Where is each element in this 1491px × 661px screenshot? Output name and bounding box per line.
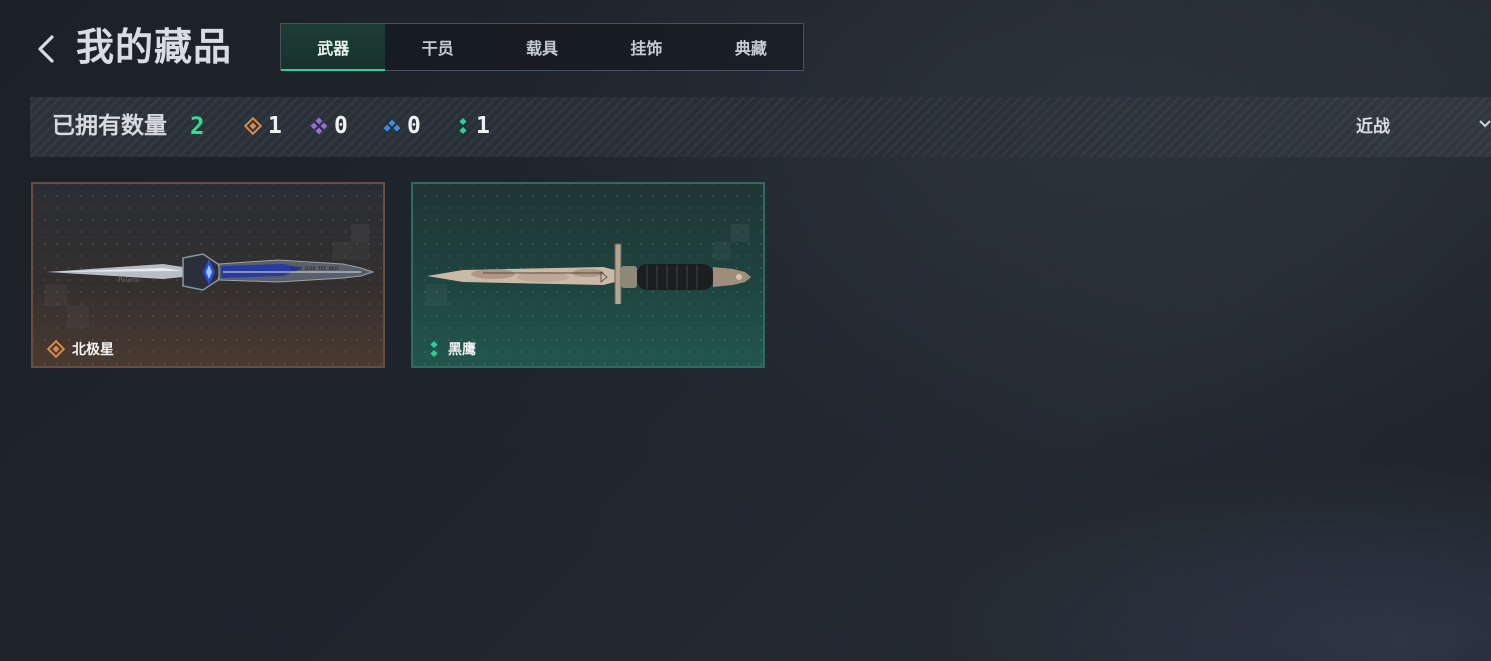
rarity-count-value: 0 bbox=[334, 113, 348, 139]
item-name-row: 北极星 bbox=[47, 339, 114, 359]
purple-diamond-icon bbox=[310, 117, 328, 135]
green-diamond-icon bbox=[459, 117, 467, 135]
green-diamond-icon bbox=[430, 340, 438, 358]
category-tabs: 武器 干员 载具 挂饰 典藏 bbox=[280, 23, 804, 71]
rarity-count-value: 1 bbox=[268, 113, 282, 139]
weapon-type-filter[interactable]: 近战 bbox=[1356, 114, 1390, 140]
item-name-row: 黑鹰 bbox=[427, 339, 476, 359]
stats-bar: 已拥有数量 2 1 0 0 1 近战 bbox=[30, 97, 1491, 157]
owned-count-label: 已拥有数量 bbox=[52, 113, 167, 139]
collection-item-card[interactable]: 黑鹰 bbox=[411, 182, 765, 368]
rarity-count-green: 1 bbox=[456, 111, 490, 141]
svg-text:ELEV SHIN TRI NOFF: ELEV SHIN TRI NOFF bbox=[291, 266, 340, 272]
rarity-count-purple: 0 bbox=[310, 111, 348, 141]
tab-charms[interactable]: 挂饰 bbox=[594, 24, 698, 70]
item-name: 北极星 bbox=[72, 342, 114, 358]
rarity-count-gold: 1 bbox=[244, 111, 282, 141]
tab-vehicles[interactable]: 载具 bbox=[490, 24, 594, 70]
dagger-image: Polaris ELEV SHIN TRI NOFF bbox=[47, 253, 375, 291]
rarity-count-value: 1 bbox=[476, 113, 490, 139]
blue-diamond-icon bbox=[383, 119, 401, 132]
gold-diamond-icon bbox=[47, 340, 65, 358]
back-button[interactable] bbox=[30, 26, 66, 70]
collection-item-card[interactable]: Polaris ELEV SHIN TRI NOFF 北极星 bbox=[31, 182, 385, 368]
chevron-left-icon bbox=[38, 35, 54, 63]
owned-count-value: 2 bbox=[190, 112, 205, 140]
header: 我的藏品 武器 干员 载具 挂饰 典藏 bbox=[0, 0, 1491, 90]
rarity-count-value: 0 bbox=[407, 113, 421, 139]
page-title: 我的藏品 bbox=[76, 25, 233, 69]
rarity-count-blue: 0 bbox=[383, 111, 421, 141]
tab-operators[interactable]: 干员 bbox=[385, 24, 489, 70]
chevron-down-icon[interactable] bbox=[1479, 119, 1491, 129]
tab-collection[interactable]: 典藏 bbox=[699, 24, 803, 70]
tab-weapons[interactable]: 武器 bbox=[281, 24, 386, 71]
knife-image bbox=[427, 243, 751, 304]
gold-diamond-icon bbox=[244, 117, 262, 135]
item-name: 黑鹰 bbox=[448, 342, 476, 358]
svg-text:Polaris: Polaris bbox=[117, 277, 139, 284]
